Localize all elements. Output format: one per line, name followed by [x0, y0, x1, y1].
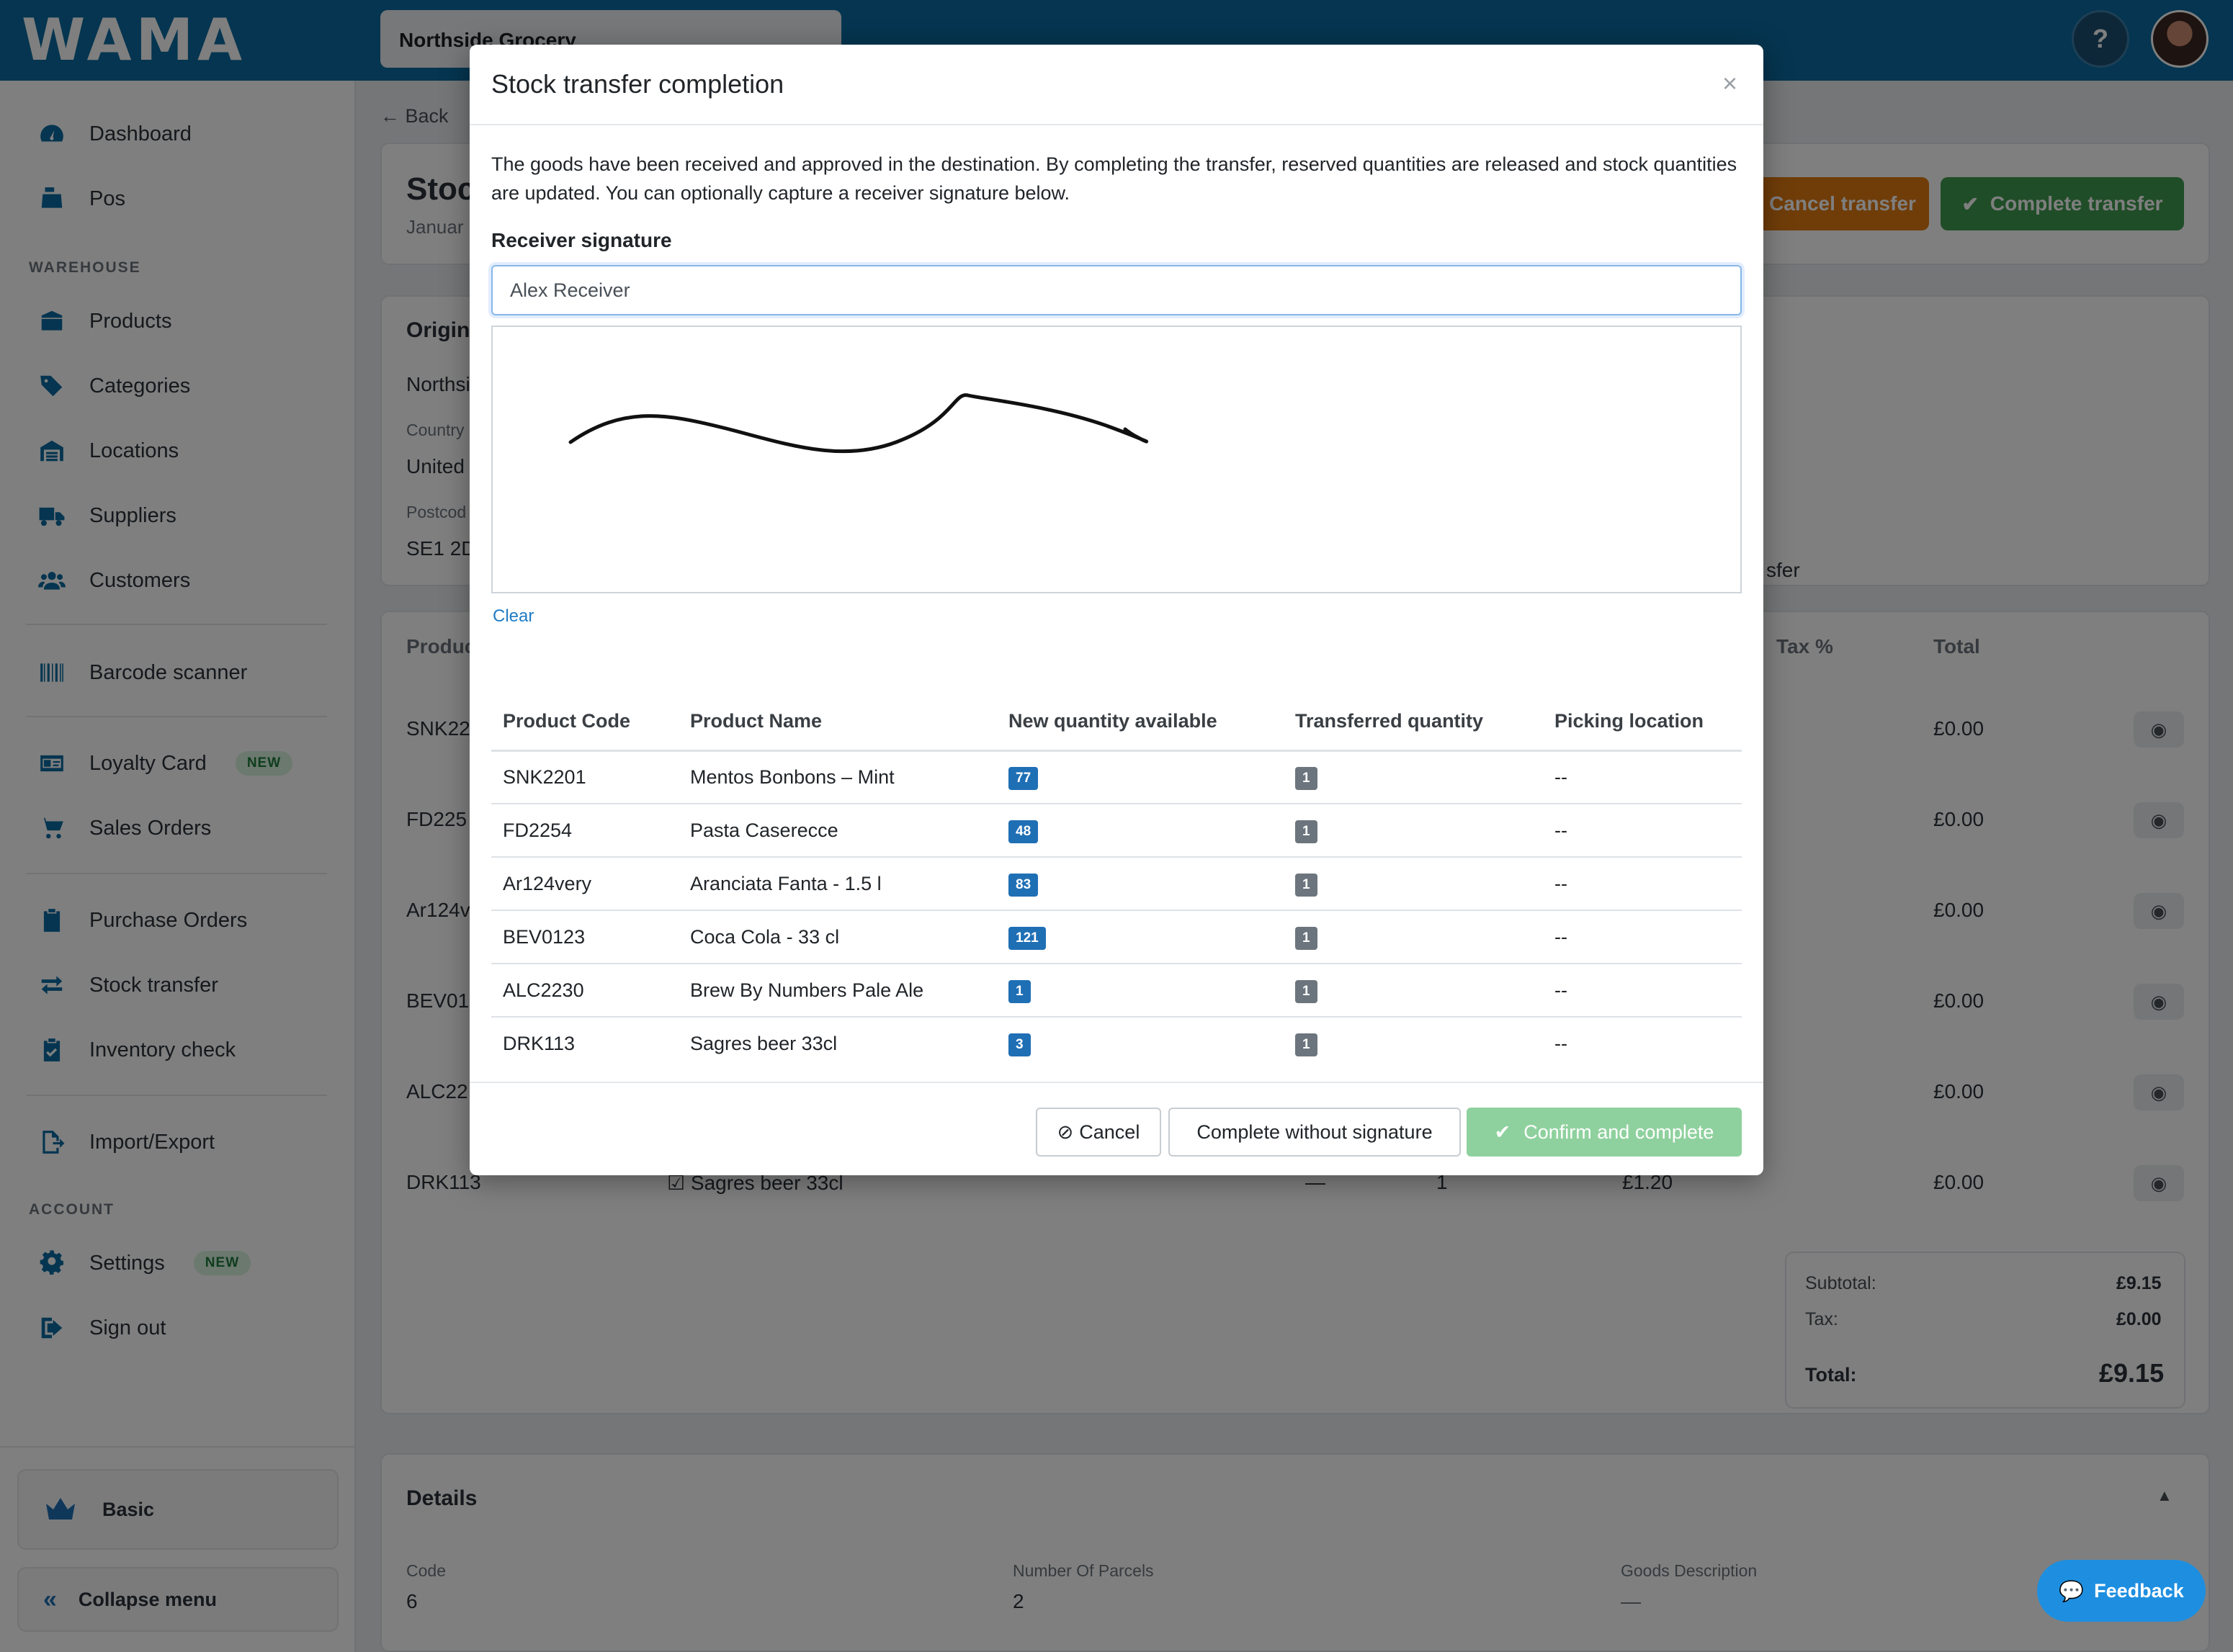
available-badge: 48 [1008, 820, 1039, 843]
transferred-cell: 1 [1284, 804, 1543, 858]
product-name: Brew By Numbers Pale Ale [679, 964, 997, 1018]
picking-location: -- [1543, 804, 1742, 858]
close-icon[interactable]: × [1722, 71, 1737, 96]
modal-title: Stock transfer completion [491, 69, 784, 99]
product-name: Coca Cola - 33 cl [679, 910, 997, 964]
stock-transfer-completion-modal: Stock transfer completion × The goods ha… [470, 45, 1763, 1175]
available-badge: 121 [1008, 926, 1046, 950]
available-cell: 3 [997, 1017, 1284, 1070]
available-badge: 77 [1008, 766, 1039, 790]
picking-location: -- [1543, 910, 1742, 964]
clear-signature-link[interactable]: Clear [493, 606, 534, 627]
signature-stroke [568, 393, 1149, 454]
product-name: Pasta Caserecce [679, 804, 997, 858]
picking-location: -- [1543, 750, 1742, 804]
table-row: DRK113 Sagres beer 33cl 3 1 -- [491, 1017, 1742, 1070]
table-row: BEV0123 Coca Cola - 33 cl 121 1 -- [491, 910, 1742, 964]
column-header: Transferred quantity [1284, 693, 1543, 752]
transferred-cell: 1 [1284, 910, 1543, 964]
signature-label: Receiver signature [491, 229, 672, 251]
column-header: New quantity available [997, 693, 1284, 752]
ban-icon: ⊘ [1057, 1121, 1074, 1143]
available-cell: 1 [997, 964, 1284, 1018]
feedback-label: Feedback [2094, 1579, 2184, 1602]
transferred-cell: 1 [1284, 1017, 1543, 1070]
modal-footer: ⊘ Cancel Complete without signature ✔ Co… [470, 1082, 1763, 1175]
chat-icon: 💬 [2059, 1579, 2085, 1602]
transfer-products-table: Product Code Product Name New quantity a… [491, 693, 1742, 1070]
product-name: Sagres beer 33cl [690, 1033, 838, 1054]
transferred-cell: 1 [1284, 857, 1543, 911]
transferred-badge: 1 [1295, 820, 1317, 843]
product-name: Mentos Bonbons – Mint [679, 750, 997, 804]
transferred-badge: 1 [1295, 979, 1317, 1003]
transferred-cell: 1 [1284, 750, 1543, 804]
picking-location: -- [1554, 1033, 1567, 1054]
feedback-button[interactable]: 💬 Feedback [2037, 1560, 2206, 1622]
available-cell: 83 [997, 857, 1284, 911]
product-code: DRK113 [503, 1033, 576, 1054]
transferred-badge: 1 [1295, 1033, 1317, 1056]
modal-header: Stock transfer completion × [470, 45, 1763, 125]
table-row: Ar124very Aranciata Fanta - 1.5 l 83 1 -… [491, 857, 1742, 911]
column-header: Product Name [679, 693, 997, 752]
product-code: BEV0123 [491, 910, 679, 964]
available-badge: 3 [1008, 1033, 1031, 1056]
product-code: ALC2230 [491, 964, 679, 1018]
product-name: Aranciata Fanta - 1.5 l [679, 857, 997, 911]
table-row: SNK2201 Mentos Bonbons – Mint 77 1 -- [491, 750, 1742, 804]
table-row: ALC2230 Brew By Numbers Pale Ale 1 1 -- [491, 964, 1742, 1018]
modal-description: The goods have been received and approve… [491, 153, 1737, 204]
check-icon: ✔ [1494, 1121, 1511, 1143]
confirm-and-complete-button[interactable]: ✔ Confirm and complete [1467, 1108, 1742, 1157]
product-code: FD2254 [491, 804, 679, 858]
column-header: Product Code [491, 693, 679, 752]
confirm-label: Confirm and complete [1523, 1121, 1714, 1143]
table-row: FD2254 Pasta Caserecce 48 1 -- [491, 804, 1742, 858]
signature-name-input[interactable] [491, 265, 1742, 315]
available-cell: 77 [997, 750, 1284, 804]
complete-without-signature-button[interactable]: Complete without signature [1168, 1108, 1461, 1157]
table-header-row: Product Code Product Name New quantity a… [491, 693, 1742, 752]
transferred-badge: 1 [1295, 873, 1317, 897]
signature-pad[interactable] [491, 326, 1742, 593]
cancel-button[interactable]: ⊘ Cancel [1036, 1108, 1161, 1157]
available-badge: 83 [1008, 873, 1039, 897]
available-cell: 48 [997, 804, 1284, 858]
column-header: Picking location [1543, 693, 1742, 752]
available-badge: 1 [1008, 979, 1031, 1003]
cancel-label: Cancel [1079, 1121, 1140, 1143]
transferred-badge: 1 [1295, 766, 1317, 790]
available-cell: 121 [997, 910, 1284, 964]
product-code: SNK2201 [491, 750, 679, 804]
picking-location: -- [1543, 857, 1742, 911]
transferred-cell: 1 [1284, 964, 1543, 1018]
product-code: Ar124very [491, 857, 679, 911]
picking-location: -- [1543, 964, 1742, 1018]
transferred-badge: 1 [1295, 926, 1317, 950]
